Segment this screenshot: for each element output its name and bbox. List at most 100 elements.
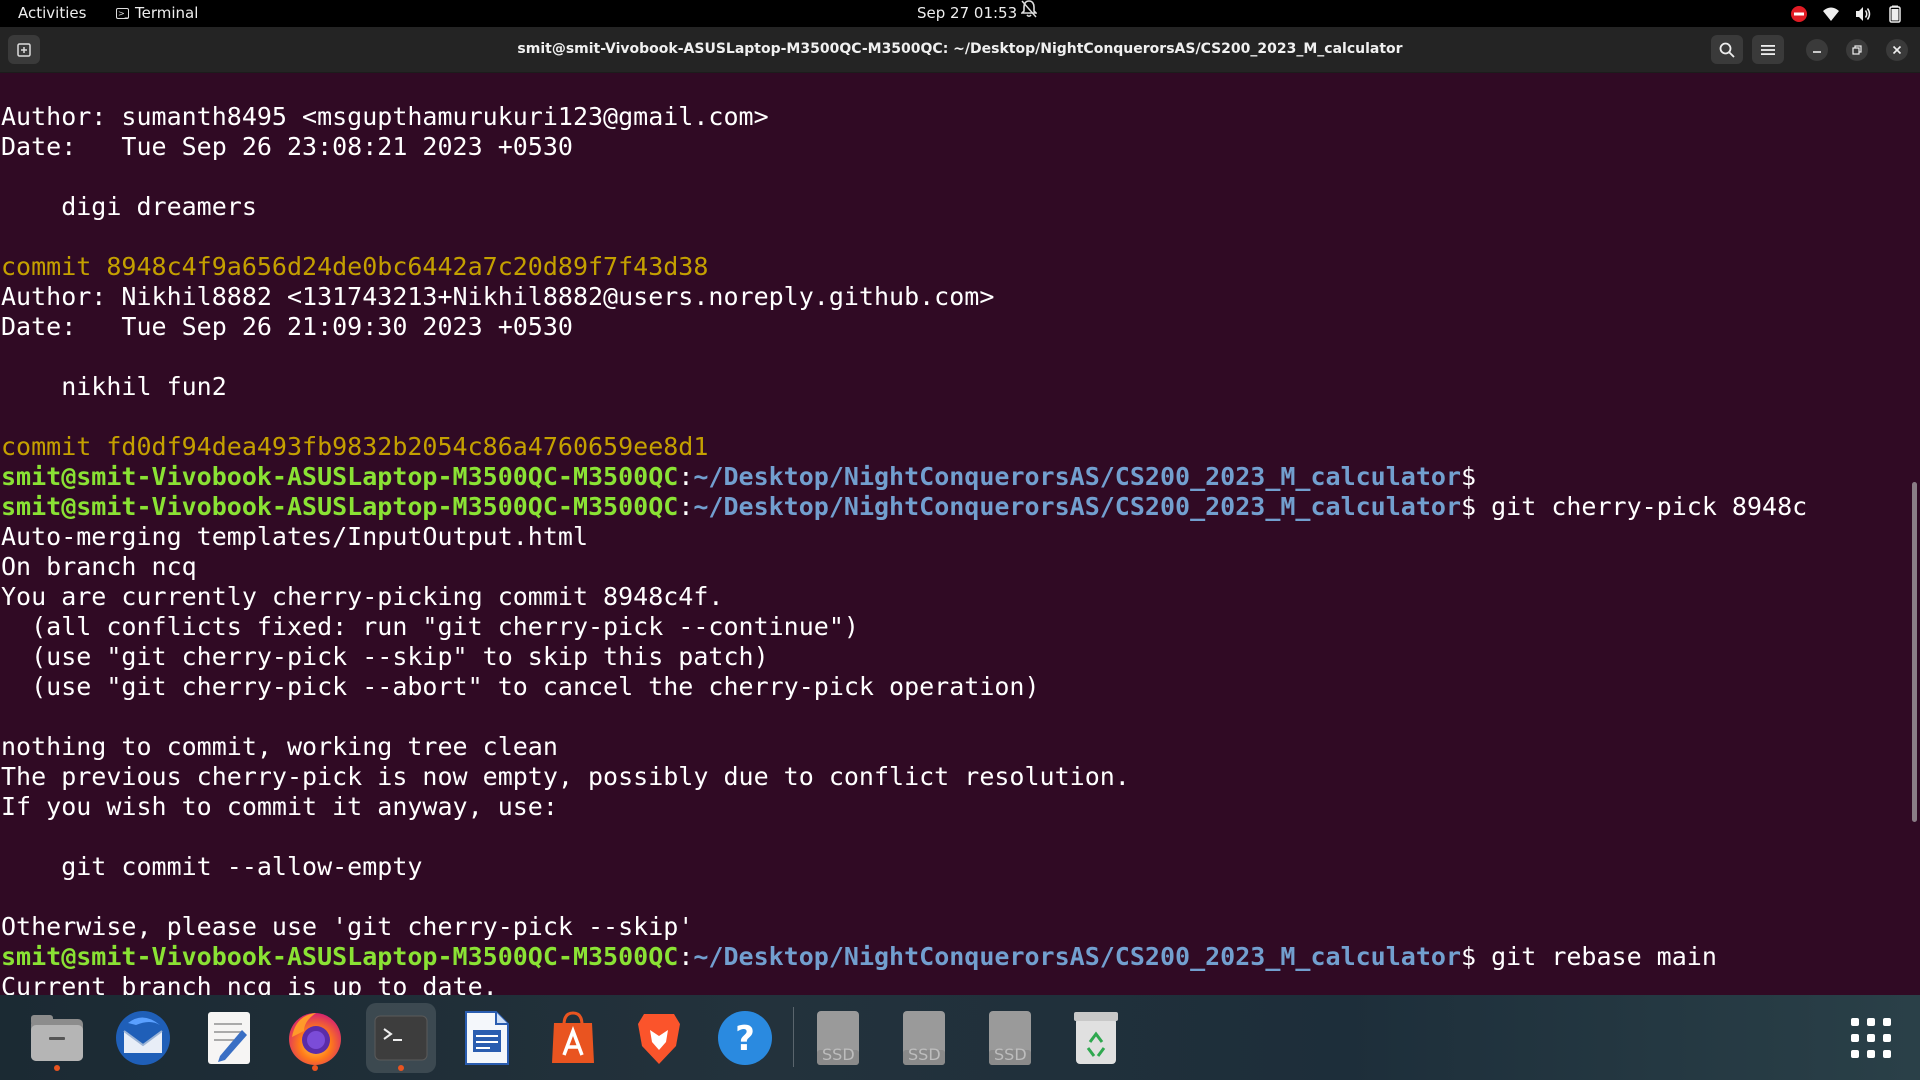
window-title: smit@smit-Vivobook-ASUSLaptop-M3500QC-M3…: [517, 41, 1403, 57]
minimize-button[interactable]: [1806, 39, 1828, 61]
dock-item-libreoffice-writer[interactable]: [452, 1003, 522, 1073]
dock-item-ssd-drive[interactable]: SSD: [889, 1003, 959, 1073]
ssd-label: SSD: [908, 1045, 941, 1064]
trash-icon: [1074, 1010, 1118, 1066]
running-indicator: [398, 1065, 404, 1071]
prompt-path: ~/Desktop/NightConquerorsAS/CS200_2023_M…: [693, 492, 1461, 521]
wifi-icon: [1823, 7, 1839, 21]
app-menu-label: Terminal: [135, 4, 199, 22]
search-icon: [1719, 42, 1735, 58]
commit-hash-line: commit fd0df94dea493fb9832b2054c86a47606…: [1, 432, 709, 461]
running-indicator: [312, 1065, 318, 1071]
commit-hash-line: commit 8948c4f9a656d24de0bc6442a7c20d89f…: [1, 252, 709, 281]
battery-icon: [1889, 5, 1901, 23]
new-tab-icon: [17, 42, 31, 57]
svg-text:?: ?: [735, 1019, 755, 1059]
terminal-line: Author: Nikhil8882 <131743213+Nikhil8882…: [1, 282, 995, 311]
search-button[interactable]: [1711, 35, 1743, 64]
dock-item-ssd-drive[interactable]: SSD: [975, 1003, 1045, 1073]
maximize-button[interactable]: [1846, 39, 1868, 61]
ssd-drive-icon: SSD: [988, 1010, 1032, 1066]
help-icon: ?: [717, 1010, 773, 1066]
terminal-prompt-line: smit@smit-Vivobook-ASUSLaptop-M3500QC-M3…: [1, 462, 1910, 492]
dock-item-brave-browser[interactable]: [624, 1003, 694, 1073]
app-center-icon: [548, 1011, 598, 1065]
dock-item-files[interactable]: [22, 1003, 92, 1073]
terminal-small-icon: >_: [116, 8, 129, 19]
terminal-line: Date: Tue Sep 26 23:08:21 2023 +0530: [1, 132, 573, 161]
hamburger-menu-button[interactable]: [1752, 35, 1784, 64]
running-indicator: [54, 1065, 60, 1071]
prompt-user: smit@smit-Vivobook-ASUSLaptop-M3500QC-M3…: [1, 462, 679, 491]
brave-browser-icon: [634, 1010, 684, 1066]
terminal-line: Date: Tue Sep 26 21:09:30 2023 +0530: [1, 312, 573, 341]
terminal-scrollbar[interactable]: [1912, 482, 1917, 822]
activities-button[interactable]: Activities: [18, 0, 86, 27]
ssd-label: SSD: [994, 1045, 1027, 1064]
hamburger-menu-icon: [1761, 44, 1775, 55]
ssd-drive-icon: SSD: [816, 1010, 860, 1066]
terminal-line: git commit --allow-empty: [1, 852, 423, 881]
dock: ? SSD SSD SSD: [0, 995, 1920, 1080]
terminal-window: smit@smit-Vivobook-ASUSLaptop-M3500QC-M3…: [0, 27, 1920, 995]
top-bar: Activities >_ Terminal Sep 27 01:53: [0, 0, 1920, 27]
terminal-output: Author: sumanth8495 <msgupthamurukuri123…: [1, 102, 1910, 995]
terminal-line: Otherwise, please use 'git cherry-pick -…: [1, 912, 694, 941]
dock-item-text-editor[interactable]: [194, 1003, 264, 1073]
terminal-line: The previous cherry-pick is now empty, p…: [1, 762, 1130, 791]
terminal-icon: [374, 1015, 428, 1061]
ssd-label: SSD: [822, 1045, 855, 1064]
prompt-command: git rebase main: [1476, 942, 1717, 971]
prompt-separator: :: [678, 942, 694, 971]
dock-item-thunderbird[interactable]: [108, 1003, 178, 1073]
libreoffice-writer-icon: [464, 1010, 510, 1066]
dock-item-help[interactable]: ?: [710, 1003, 780, 1073]
terminal-line: Author: sumanth8495 <msgupthamurukuri123…: [1, 102, 769, 131]
terminal-line: Auto-merging templates/InputOutput.html: [1, 522, 588, 551]
minimize-icon: [1813, 51, 1821, 53]
terminal-line: digi dreamers: [1, 192, 257, 221]
text-editor-icon: [206, 1010, 252, 1066]
dock-item-terminal[interactable]: [366, 1003, 436, 1073]
volume-icon: [1856, 6, 1871, 21]
firefox-icon: [286, 1009, 344, 1067]
prompt-dollar: $: [1461, 942, 1477, 971]
maximize-icon: [1852, 45, 1862, 55]
close-button[interactable]: [1886, 39, 1908, 61]
terminal-line: (use "git cherry-pick --skip" to skip th…: [1, 642, 769, 671]
prompt-path: ~/Desktop/NightConquerorsAS/CS200_2023_M…: [693, 462, 1461, 491]
prompt-command: git cherry-pick 8948c: [1476, 492, 1808, 521]
close-icon: [1892, 45, 1902, 55]
show-apps-icon: [1849, 1016, 1893, 1060]
terminal-line: If you wish to commit it anyway, use:: [1, 792, 558, 821]
dock-item-trash[interactable]: [1061, 1003, 1131, 1073]
dock-item-show-apps[interactable]: [1836, 1003, 1906, 1073]
prompt-path: ~/Desktop/NightConquerorsAS/CS200_2023_M…: [693, 942, 1461, 971]
terminal-line: (all conflicts fixed: run "git cherry-pi…: [1, 612, 859, 641]
dock-item-firefox[interactable]: [280, 1003, 350, 1073]
dock-item-app-center[interactable]: [538, 1003, 608, 1073]
system-tray[interactable]: [1790, 0, 1904, 27]
new-tab-button[interactable]: [8, 35, 40, 64]
terminal-line: Current branch ncq is up to date.: [1, 972, 498, 995]
terminal-line: nothing to commit, working tree clean: [1, 732, 558, 761]
prompt-dollar: $: [1461, 462, 1477, 491]
dock-item-ssd-drive[interactable]: SSD: [803, 1003, 873, 1073]
clock[interactable]: Sep 27 01:53: [917, 0, 1017, 27]
dock-separator: [793, 1007, 794, 1067]
thunderbird-icon: [114, 1009, 172, 1067]
do-not-disturb-icon: [1791, 5, 1807, 22]
terminal-output-area[interactable]: Author: sumanth8495 <msgupthamurukuri123…: [0, 72, 1910, 995]
prompt-separator: :: [678, 492, 694, 521]
prompt-separator: :: [678, 462, 694, 491]
terminal-line: (use "git cherry-pick --abort" to cancel…: [1, 672, 1040, 701]
terminal-prompt-line: smit@smit-Vivobook-ASUSLaptop-M3500QC-M3…: [1, 492, 1910, 522]
bell-icon[interactable]: [1020, 0, 1038, 27]
window-header-bar[interactable]: smit@smit-Vivobook-ASUSLaptop-M3500QC-M3…: [0, 27, 1920, 73]
app-menu-button[interactable]: >_ Terminal: [116, 0, 198, 27]
